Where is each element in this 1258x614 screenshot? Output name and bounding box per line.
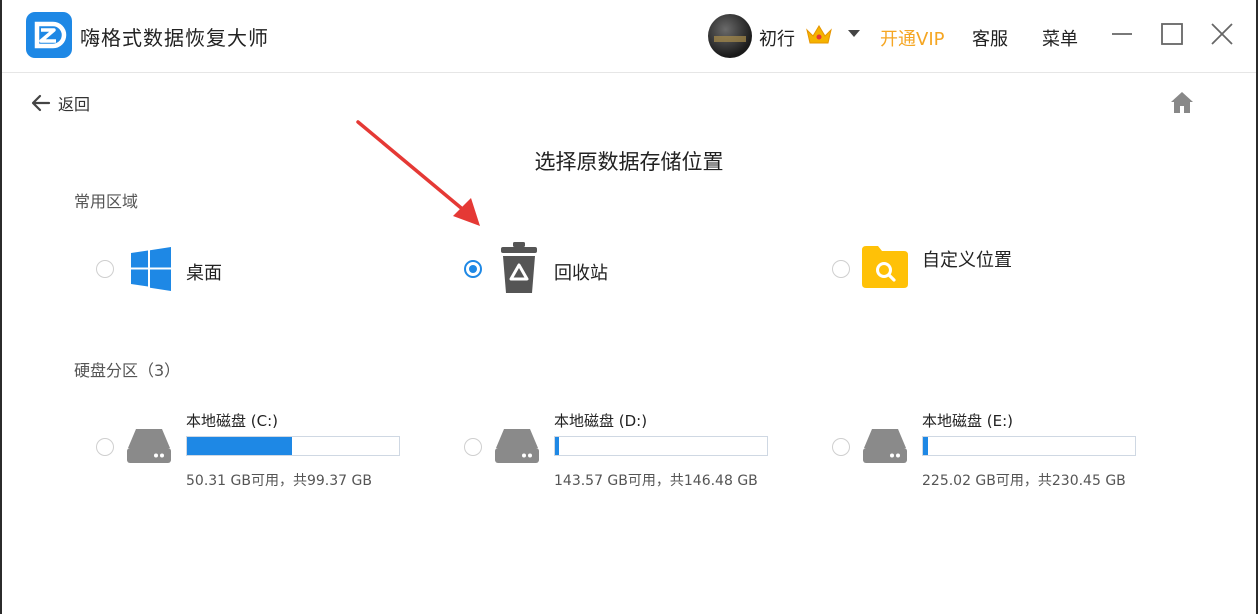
- app-window: 嗨格式数据恢复大师 初行 开通VIP 客服 菜单 返回 选择原数据存储位置 常用…: [2, 0, 1256, 614]
- drive-d-info: 143.57 GB可用，共146.48 GB: [554, 473, 758, 489]
- drive-c-radio[interactable]: [96, 438, 114, 456]
- windows-icon: [131, 247, 171, 291]
- username[interactable]: 初行: [759, 25, 795, 51]
- recycle-bin-radio[interactable]: [464, 260, 482, 278]
- app-title: 嗨格式数据恢复大师: [80, 26, 269, 50]
- desktop-radio[interactable]: [96, 260, 114, 278]
- drive-c-usage-bar: [186, 436, 400, 456]
- recycle-bin-icon: [501, 242, 537, 293]
- hard-drive-icon: [863, 429, 907, 463]
- hard-drive-icon: [495, 429, 539, 463]
- drive-c-usage-fill: [187, 437, 292, 455]
- drive-d-usage-bar: [554, 436, 768, 456]
- drive-d-radio[interactable]: [464, 438, 482, 456]
- title-bar: 嗨格式数据恢复大师 初行 开通VIP 客服 菜单: [2, 0, 1256, 73]
- home-icon[interactable]: [1168, 88, 1196, 116]
- close-icon[interactable]: [1208, 20, 1236, 48]
- crown-icon: [806, 25, 832, 44]
- disk-section-label: 硬盘分区（3）: [74, 361, 181, 380]
- arrow-left-icon: [31, 94, 51, 112]
- chevron-down-icon[interactable]: [848, 30, 860, 37]
- drive-d-usage-fill: [555, 437, 560, 455]
- common-section-label: 常用区域: [74, 192, 139, 211]
- app-logo-icon: [26, 12, 72, 58]
- custom-location-label[interactable]: 自定义位置: [922, 246, 1012, 272]
- back-label: 返回: [58, 95, 91, 114]
- custom-location-radio[interactable]: [832, 260, 850, 278]
- back-button[interactable]: 返回: [30, 90, 90, 116]
- desktop-label[interactable]: 桌面: [186, 259, 222, 285]
- hard-drive-icon: [127, 429, 171, 463]
- drive-e-radio[interactable]: [832, 438, 850, 456]
- minimize-icon[interactable]: [1108, 20, 1136, 48]
- menu-button[interactable]: 菜单: [1042, 25, 1078, 51]
- drive-e-name[interactable]: 本地磁盘 (E:): [922, 410, 1013, 431]
- drive-e-usage-fill: [923, 437, 929, 455]
- drive-d-name[interactable]: 本地磁盘 (D:): [554, 410, 647, 431]
- maximize-icon[interactable]: [1158, 20, 1186, 48]
- drive-e-usage-bar: [922, 436, 1136, 456]
- avatar[interactable]: [708, 14, 752, 58]
- customer-service-button[interactable]: 客服: [972, 25, 1008, 51]
- drive-c-name[interactable]: 本地磁盘 (C:): [186, 410, 278, 431]
- drive-c-info: 50.31 GB可用，共99.37 GB: [186, 473, 372, 489]
- folder-search-icon: [862, 246, 908, 288]
- recycle-bin-label[interactable]: 回收站: [554, 259, 608, 285]
- vip-button[interactable]: 开通VIP: [880, 25, 944, 51]
- page-title: 选择原数据存储位置: [534, 150, 724, 174]
- drive-e-info: 225.02 GB可用，共230.45 GB: [922, 473, 1126, 489]
